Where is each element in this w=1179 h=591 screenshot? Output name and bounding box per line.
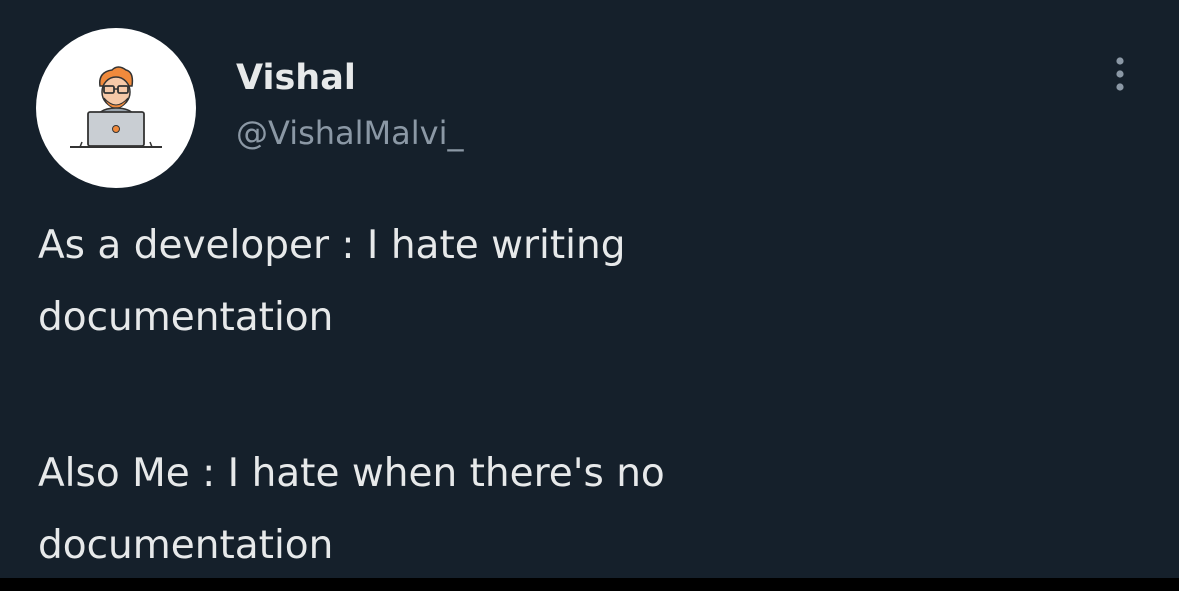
developer-at-laptop-icon (70, 66, 162, 148)
author-handle[interactable]: @VishalMalvi_ (236, 111, 463, 155)
more-vertical-icon (1116, 57, 1124, 91)
more-options-button[interactable] (1100, 52, 1140, 96)
avatar[interactable] (36, 28, 196, 188)
tweet-card[interactable]: Vishal @VishalMalvi_ As a developer : I … (0, 0, 1179, 578)
tweet-text-line: As a developer : I hate writing (38, 223, 626, 268)
tweet-text-line: documentation (38, 523, 334, 568)
tweet-text-line: Also Me : I hate when there's no (38, 451, 665, 496)
tweet-text-line: documentation (38, 295, 334, 340)
tweet-text: As a developer : I hate writing document… (38, 210, 1138, 582)
author-display-name[interactable]: Vishal (236, 56, 356, 100)
